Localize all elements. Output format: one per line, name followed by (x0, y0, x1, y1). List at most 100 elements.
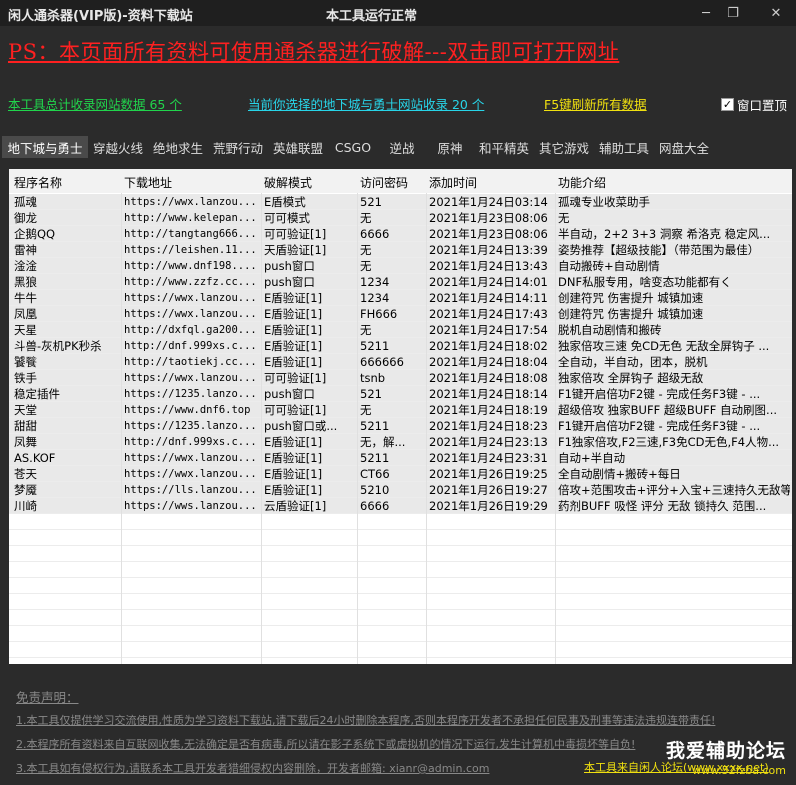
empty-row (9, 530, 792, 546)
table-cell: 2021年1月24日18:08 (429, 371, 548, 385)
tab-8[interactable]: 和平精英 (474, 136, 534, 158)
table-row[interactable]: AS.KOF https://wwx.lanzou... E盾验证[1] 5211 20… (9, 450, 792, 466)
table-cell: 6666 (360, 499, 390, 513)
tab-0[interactable]: 地下城与勇士 (2, 136, 88, 158)
tab-7[interactable]: 原神 (426, 136, 474, 158)
table-row[interactable]: 企鹅QQ http://tangtang666... 可可验证[1] 6666 2021… (9, 226, 792, 242)
column-divider (357, 193, 358, 664)
table-cell: 苍天 (14, 467, 37, 481)
table-cell: https://wwx.lanzou... (124, 452, 257, 464)
table-row[interactable]: 甜甜 https://1235.lanzo... push窗口或... 5211 202… (9, 418, 792, 434)
refresh-hint-link[interactable]: F5键刷新所有数据 (544, 94, 647, 113)
empty-row (9, 610, 792, 626)
table-cell: 无 (360, 403, 372, 417)
table-cell: 2021年1月26日19:29 (429, 499, 548, 513)
disclaimer-line-2: 2.本程序所有资料来自互联网收集,无法确定是否有病毒,所以请在影子系统下或虚拟机… (16, 738, 636, 751)
table-row[interactable]: 铁手 https://wwx.lanzou... 可可验证[1] tsnb 2021年1… (9, 370, 792, 386)
table-cell: 2021年1月24日18:19 (429, 403, 548, 417)
table-row[interactable]: 天堂 https://www.dnf6.top 可可验证[1] 无 2021年1月24日… (9, 402, 792, 418)
tab-4[interactable]: 英雄联盟 (268, 136, 328, 158)
table-cell: E盾验证[1] (264, 483, 323, 497)
table-cell: E盾验证[1] (264, 323, 323, 337)
column-header-4[interactable]: 添加时间 (429, 174, 477, 191)
column-divider (426, 193, 427, 664)
table-row[interactable]: 黑狼 http://www.zzfz.cc... push窗口 1234 2021年1月… (9, 274, 792, 290)
tab-5[interactable]: CSGO (328, 136, 378, 158)
table-row[interactable]: 饕餮 http://taotiekj.cc... E盾验证[1] 666666 2021… (9, 354, 792, 370)
table-cell: 雷神 (14, 243, 37, 257)
table-cell: 凤舞 (14, 435, 37, 449)
table-cell: https://leishen.11... (124, 244, 257, 256)
author-link[interactable]: 本工具来自闲人论坛(www.xxxx.net) (584, 759, 769, 775)
table-cell: 斗兽-灰机PK秒杀 (14, 339, 102, 353)
table-cell: 创建符咒 伤害提升 城镇加速 (558, 307, 704, 321)
tab-10[interactable]: 辅助工具 (594, 136, 654, 158)
table-row[interactable]: 淦淦 http://www.dnf198.... push窗口 无 2021年1月24日… (9, 258, 792, 274)
table-cell: 黑狼 (14, 275, 37, 289)
table-row[interactable]: 凤凰 https://wwx.lanzou... E盾验证[1] FH666 2021年… (9, 306, 792, 322)
table-cell: 饕餮 (14, 355, 37, 369)
table-cell: https://wwx.lanzou... (124, 292, 257, 304)
tab-11[interactable]: 网盘大全 (654, 136, 714, 158)
disclaimer-line-1: 1.本工具仅提供学习交流使用,性质为学习资料下载站,请下载后24小时删除本程序,… (16, 714, 716, 727)
close-icon[interactable]: ✕ (758, 0, 794, 26)
table-row[interactable]: 梦魇 https://lls.lanzou... E盾验证[1] 5210 2021年1… (9, 482, 792, 498)
tab-1[interactable]: 穿越火线 (88, 136, 148, 158)
table-cell: 5211 (360, 451, 390, 465)
table-cell: http://dnf.999xs.c... (124, 436, 257, 448)
table-cell: 无 (360, 323, 372, 337)
tab-6[interactable]: 逆战 (378, 136, 426, 158)
table-cell: 可可模式 (264, 211, 310, 225)
table-cell: 全自动剧情+搬砖+每日 (558, 467, 681, 481)
table-cell: https://wwx.lanzou... (124, 196, 257, 208)
table-row[interactable]: 苍天 https://wwx.lanzou... E盾验证[1] CT66 2021年1… (9, 466, 792, 482)
selected-count-link[interactable]: 当前你选择的地下城与勇士网站收录 20 个 (248, 94, 484, 113)
table-cell: FH666 (360, 307, 398, 321)
table-cell: 倍攻+范围攻击+评分+入宝+三速持久无敌等 (558, 483, 790, 497)
table-cell: http://www.dnf198.... (124, 260, 257, 272)
table-row[interactable]: 天星 http://dxfql.ga200... E盾验证[1] 无 2021年1月24… (9, 322, 792, 338)
table-cell: https://wwx.lanzou... (124, 372, 257, 384)
table-cell: push窗口 (264, 259, 315, 273)
column-header-0[interactable]: 程序名称 (14, 174, 62, 191)
topmost-toggle[interactable]: ✓ 窗口置顶 (721, 95, 787, 114)
table-row[interactable]: 稳定插件 https://1235.lanzo... push窗口 521 2021年1… (9, 386, 792, 402)
table-cell: 2021年1月24日14:11 (429, 291, 548, 305)
table-cell: 1234 (360, 275, 390, 289)
table-row[interactable]: 凤舞 http://dnf.999xs.c... E盾验证[1] 无，解... 2021… (9, 434, 792, 450)
tab-2[interactable]: 绝地求生 (148, 136, 208, 158)
status-title: 本工具运行正常 (326, 9, 418, 24)
table-cell: E盾验证[1] (264, 451, 323, 465)
table-cell: E盾验证[1] (264, 307, 323, 321)
total-count-link[interactable]: 本工具总计收录网站数据 65 个 (8, 94, 182, 113)
ps-banner[interactable]: PS：本页面所有资料可使用通杀器进行破解---双击即可打开网址 (8, 36, 619, 66)
table-cell: 2021年1月24日17:54 (429, 323, 548, 337)
table-cell: 2021年1月26日19:27 (429, 483, 548, 497)
column-header-2[interactable]: 破解模式 (264, 174, 312, 191)
topmost-checkbox[interactable]: ✓ (721, 98, 734, 111)
column-header-5[interactable]: 功能介绍 (558, 174, 606, 191)
restore-icon[interactable]: ❐ (715, 0, 751, 26)
disclaimer-line-3: 3.本工具如有侵权行为,请联系本工具开发者猎细侵权内容删除，开发者邮箱: xia… (16, 762, 490, 775)
table-cell: https://lls.lanzou... (124, 484, 257, 496)
table-row[interactable]: 雷神 https://leishen.11... 天盾验证[1] 无 2021年1月24… (9, 242, 792, 258)
table-cell: 孤魂专业收菜助手 (558, 195, 650, 209)
table-cell: 666666 (360, 355, 404, 369)
column-divider (261, 193, 262, 664)
table-cell: tsnb (360, 371, 386, 385)
table-row[interactable]: 川崎 https://wws.lanzou... 云盾验证[1] 6666 2021年1… (9, 498, 792, 514)
tab-3[interactable]: 荒野行动 (208, 136, 268, 158)
resource-table[interactable]: 程序名称 下载地址 破解模式 访问密码 添加时间 功能介绍 孤魂 https://wwx.l… (9, 169, 792, 664)
table-row[interactable]: 御龙 http://www.kelepan... 可可模式 无 2021年1月23日08… (9, 210, 792, 226)
column-header-1[interactable]: 下载地址 (124, 174, 172, 191)
table-cell: 2021年1月24日23:31 (429, 451, 548, 465)
table-cell: 梦魇 (14, 483, 37, 497)
column-header-3[interactable]: 访问密码 (360, 174, 408, 191)
table-cell: E盾模式 (264, 195, 306, 209)
tab-9[interactable]: 其它游戏 (534, 136, 594, 158)
table-cell: 淦淦 (14, 259, 37, 273)
table-row[interactable]: 斗兽-灰机PK秒杀 http://dnf.999xs.c... E盾验证[1] 521… (9, 338, 792, 354)
table-row[interactable]: 牛牛 https://wwx.lanzou... E盾验证[1] 1234 2021年1… (9, 290, 792, 306)
category-tabs: 地下城与勇士 穿越火线 绝地求生 荒野行动 英雄联盟 CSGO 逆战 原神 和平精英 其它游戏 辅助… (2, 136, 796, 158)
table-row[interactable]: 孤魂 https://wwx.lanzou... E盾模式 521 2021年1月24日… (9, 194, 792, 210)
